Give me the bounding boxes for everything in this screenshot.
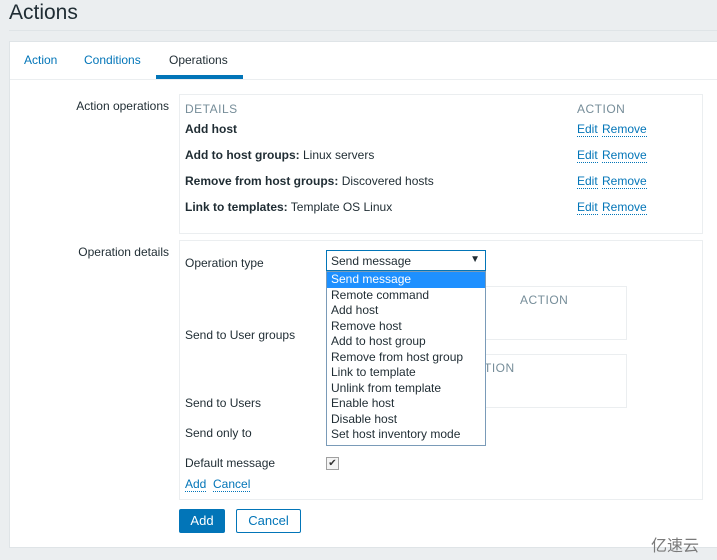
dropdown-option[interactable]: Enable host: [327, 396, 485, 412]
dropdown-option[interactable]: Add to host group: [327, 334, 485, 350]
remove-link[interactable]: Remove: [602, 123, 647, 137]
details-column-header: DETAILS: [185, 102, 238, 116]
checkmark-icon: ✔: [328, 458, 337, 469]
dropdown-option[interactable]: Disable host: [327, 412, 485, 428]
send-only-to-label: Send only to: [185, 426, 252, 440]
operation-type-label: Operation type: [185, 256, 264, 270]
action-operations-table: DETAILS ACTION Add host Edit Remove Add …: [179, 94, 703, 234]
remove-link[interactable]: Remove: [602, 175, 647, 189]
table-row: Remove from host groups: Discovered host…: [185, 174, 434, 188]
operation-value: Template OS Linux: [287, 200, 393, 214]
add-operation-link[interactable]: Add: [185, 478, 207, 492]
operation-details-label: Operation details: [78, 245, 169, 259]
dropdown-option[interactable]: Link to template: [327, 365, 485, 381]
operation-value: Discovered hosts: [338, 174, 434, 188]
send-to-users-label: Send to Users: [185, 396, 262, 410]
dropdown-option[interactable]: Remove from host group: [327, 350, 485, 366]
watermark-logo: 亿速云: [650, 538, 699, 555]
users-action-header: TION: [484, 361, 515, 375]
send-to-user-groups-label: Send to User groups: [185, 328, 296, 342]
operation-type-value: Send message: [331, 254, 412, 268]
action-operations-label: Action operations: [76, 99, 169, 113]
action-column-header: ACTION: [577, 102, 626, 116]
remove-link[interactable]: Remove: [602, 201, 647, 215]
edit-link[interactable]: Edit: [577, 175, 598, 189]
table-row: Add to host groups: Linux servers: [185, 148, 374, 162]
default-message-label: Default message: [185, 456, 276, 470]
table-row: Link to templates: Template OS Linux: [185, 200, 392, 214]
tab-conditions[interactable]: Conditions: [84, 53, 141, 67]
cancel-operation-link[interactable]: Cancel: [213, 478, 251, 492]
operation-name: Add host: [185, 122, 237, 136]
operation-value: Linux servers: [299, 148, 375, 162]
operation-name: Add to host groups:: [185, 148, 300, 162]
active-tab-indicator: [156, 75, 243, 79]
remove-link[interactable]: Remove: [602, 149, 647, 163]
tab-action[interactable]: Action: [24, 53, 57, 67]
user-groups-action-header: ACTION: [520, 293, 569, 307]
dropdown-option[interactable]: Remove host: [327, 319, 485, 335]
default-message-checkbox[interactable]: ✔: [326, 457, 339, 470]
dropdown-option[interactable]: Set host inventory mode: [327, 427, 485, 443]
title-divider: [9, 30, 717, 31]
operation-type-select[interactable]: Send message ▼: [326, 250, 486, 271]
tab-operations[interactable]: Operations: [169, 53, 228, 67]
dropdown-option[interactable]: Send message: [327, 272, 485, 288]
add-button[interactable]: Add: [179, 509, 225, 533]
action-form-card: Action Conditions Operations Action oper…: [9, 41, 717, 548]
edit-link[interactable]: Edit: [577, 123, 598, 137]
table-row: Add host: [185, 122, 237, 136]
operation-name: Remove from host groups:: [185, 174, 339, 188]
cancel-button[interactable]: Cancel: [236, 509, 301, 533]
page-title: Actions: [9, 1, 78, 24]
edit-link[interactable]: Edit: [577, 149, 598, 163]
tab-bar: Action Conditions Operations: [10, 42, 717, 80]
dropdown-option[interactable]: Unlink from template: [327, 381, 485, 397]
dropdown-arrow-icon: ▼: [470, 254, 480, 265]
dropdown-option[interactable]: Add host: [327, 303, 485, 319]
dropdown-option[interactable]: Remote command: [327, 288, 485, 304]
operation-type-dropdown: Send message Remote command Add host Rem…: [326, 271, 486, 446]
edit-link[interactable]: Edit: [577, 201, 598, 215]
operation-name: Link to templates:: [185, 200, 288, 214]
